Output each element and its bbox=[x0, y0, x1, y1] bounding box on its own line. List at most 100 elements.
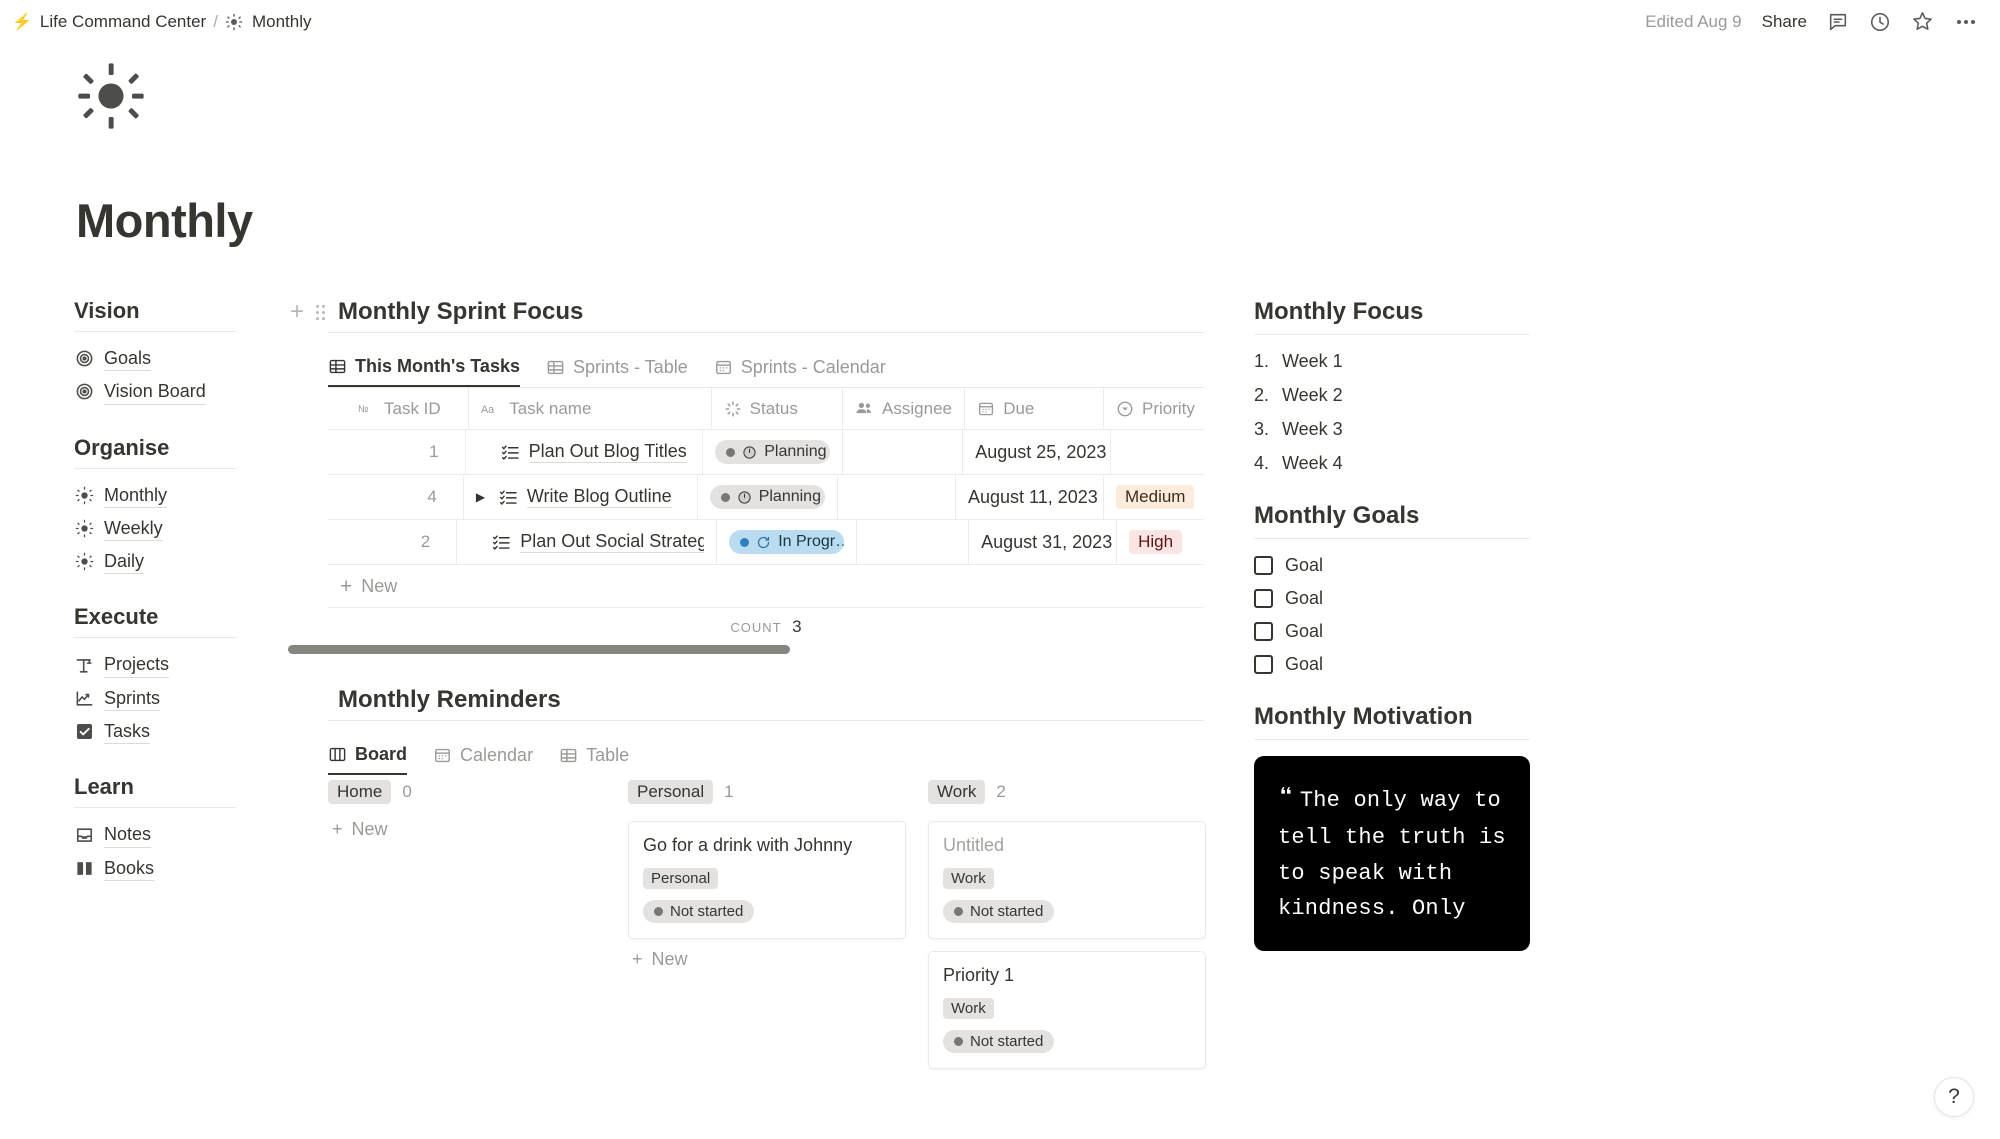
column-header-assignee[interactable]: Assignee bbox=[843, 388, 965, 429]
lightning-icon: ⚡ bbox=[12, 12, 32, 32]
column-label: Due bbox=[1003, 399, 1034, 419]
tasks-table: № Task ID Aa Task name bbox=[328, 387, 1204, 608]
toggle-arrow-icon[interactable]: ▶ bbox=[476, 490, 490, 504]
board-card[interactable]: Go for a drink with Johnny Personal Not … bbox=[628, 821, 906, 939]
task-name-link[interactable]: Plan Out Blog Titles bbox=[529, 441, 687, 463]
checkbox-icon[interactable] bbox=[1254, 556, 1273, 575]
cell-priority[interactable] bbox=[1111, 430, 1204, 474]
goal-item[interactable]: Goal bbox=[1254, 588, 1614, 609]
more-options-icon[interactable] bbox=[1954, 10, 1978, 34]
tab-label: Calendar bbox=[460, 745, 533, 766]
board-card[interactable]: Untitled Work Not started bbox=[928, 821, 1206, 939]
add-new-row-button[interactable]: + New bbox=[328, 565, 1204, 608]
card-title: Priority 1 bbox=[943, 965, 1191, 986]
breadcrumb-current[interactable]: Monthly bbox=[252, 12, 312, 32]
add-card-button[interactable]: + New bbox=[628, 939, 906, 980]
checkbox-icon[interactable] bbox=[1254, 622, 1273, 641]
status-label: Not started bbox=[670, 903, 743, 920]
goal-item[interactable]: Goal bbox=[1254, 621, 1614, 642]
tab-calendar[interactable]: Calendar bbox=[433, 735, 533, 775]
column-header-status[interactable]: Status bbox=[712, 388, 843, 429]
breadcrumb-parent[interactable]: Life Command Center bbox=[40, 12, 206, 32]
sidebar-item-weekly[interactable]: Weekly bbox=[74, 512, 274, 545]
sidebar-item-books[interactable]: Books bbox=[74, 852, 274, 885]
target-icon bbox=[74, 382, 94, 402]
list-item[interactable]: 1. Week 1 bbox=[1254, 351, 1614, 372]
comment-icon[interactable] bbox=[1827, 11, 1849, 33]
divider bbox=[74, 331, 236, 332]
status-dot-icon bbox=[721, 493, 730, 502]
sidebar-item-projects[interactable]: Projects bbox=[74, 648, 274, 681]
goal-item[interactable]: Goal bbox=[1254, 654, 1614, 675]
count-value: 3 bbox=[792, 617, 801, 636]
nav-heading-execute: Execute bbox=[74, 604, 274, 630]
goal-label: Goal bbox=[1285, 555, 1323, 576]
column-label: Priority bbox=[1142, 399, 1195, 419]
table-row[interactable]: 2 Plan Out Social Strategy For bbox=[328, 520, 1204, 565]
table-row[interactable]: 4 ▶ Write Blog Outline bbox=[328, 475, 1204, 520]
horizontal-scrollbar[interactable] bbox=[288, 645, 790, 654]
reminders-view-tabs: Board Calendar bbox=[328, 735, 1206, 775]
cell-task-name[interactable]: Plan Out Social Strategy For bbox=[457, 520, 717, 564]
help-button[interactable]: ? bbox=[1934, 1077, 1974, 1117]
sidebar-item-vision-board[interactable]: Vision Board bbox=[74, 375, 274, 408]
tab-sprints-table[interactable]: Sprints - Table bbox=[546, 347, 688, 387]
table-row[interactable]: 1 Plan Out Blog Titles bbox=[328, 430, 1204, 475]
board-column-name: Work bbox=[928, 780, 985, 804]
cell-status[interactable]: Planning bbox=[703, 430, 843, 474]
board-card[interactable]: Priority 1 Work Not started bbox=[928, 951, 1206, 1069]
column-header-due[interactable]: Due bbox=[965, 388, 1104, 429]
cell-task-name[interactable]: Plan Out Blog Titles bbox=[466, 430, 704, 474]
column-header-task-name[interactable]: Aa Task name bbox=[469, 388, 711, 429]
cell-assignee[interactable] bbox=[838, 475, 956, 519]
list-item[interactable]: 2. Week 2 bbox=[1254, 385, 1614, 406]
tab-sprints-calendar[interactable]: Sprints - Calendar bbox=[714, 347, 886, 387]
cell-assignee[interactable] bbox=[857, 520, 969, 564]
column-header-task-id[interactable]: № Task ID bbox=[328, 388, 469, 429]
tab-table[interactable]: Table bbox=[559, 735, 629, 775]
checkbox-icon[interactable] bbox=[1254, 655, 1273, 674]
cell-priority[interactable]: Medium bbox=[1104, 475, 1204, 519]
monthly-motivation-heading: Monthly Motivation bbox=[1254, 703, 1614, 731]
tab-label: Board bbox=[355, 744, 407, 765]
list-item[interactable]: 3. Week 3 bbox=[1254, 419, 1614, 440]
page-sun-icon[interactable] bbox=[76, 61, 146, 131]
database-title[interactable]: Monthly Reminders bbox=[338, 686, 561, 714]
goal-item[interactable]: Goal bbox=[1254, 555, 1614, 576]
tab-this-months-tasks[interactable]: This Month's Tasks bbox=[328, 347, 520, 387]
list-item[interactable]: 4. Week 4 bbox=[1254, 453, 1614, 474]
cell-due[interactable]: August 31, 2023 bbox=[969, 520, 1117, 564]
sidebar-item-monthly[interactable]: Monthly bbox=[74, 479, 274, 512]
share-button[interactable]: Share bbox=[1762, 12, 1807, 32]
history-clock-icon[interactable] bbox=[1869, 11, 1891, 33]
add-block-icon[interactable]: + bbox=[286, 300, 308, 324]
sidebar-item-notes[interactable]: Notes bbox=[74, 818, 274, 851]
cell-due[interactable]: August 11, 2023 bbox=[956, 475, 1104, 519]
cell-due[interactable]: August 25, 2023 bbox=[963, 430, 1111, 474]
task-name-link[interactable]: Plan Out Social Strategy For bbox=[520, 531, 704, 553]
sidebar-item-label: Goals bbox=[104, 346, 151, 371]
favorite-star-icon[interactable] bbox=[1911, 10, 1934, 33]
drag-handle-icon[interactable] bbox=[312, 304, 328, 321]
sidebar-item-daily[interactable]: Daily bbox=[74, 545, 274, 578]
column-header-priority[interactable]: Priority bbox=[1104, 388, 1204, 429]
database-title[interactable]: Monthly Sprint Focus bbox=[338, 298, 583, 326]
tab-label: This Month's Tasks bbox=[355, 356, 520, 377]
add-card-button[interactable]: + New bbox=[328, 809, 606, 850]
task-name-link[interactable]: Write Blog Outline bbox=[527, 486, 672, 508]
cell-priority[interactable]: High bbox=[1117, 520, 1204, 564]
list-number: 3. bbox=[1254, 419, 1270, 440]
cell-status[interactable]: Planning bbox=[698, 475, 838, 519]
cell-task-name[interactable]: ▶ Write Blog Outline bbox=[464, 475, 698, 519]
tab-board[interactable]: Board bbox=[328, 735, 407, 775]
sidebar-item-sprints[interactable]: Sprints bbox=[74, 682, 274, 715]
crane-icon bbox=[74, 655, 94, 675]
sidebar-item-goals[interactable]: Goals bbox=[74, 342, 274, 375]
board-column-header: Personal 1 bbox=[628, 775, 906, 809]
status-badge: Not started bbox=[643, 900, 754, 923]
checkbox-icon[interactable] bbox=[1254, 589, 1273, 608]
due-value: August 25, 2023 bbox=[975, 442, 1106, 463]
sidebar-item-tasks[interactable]: Tasks bbox=[74, 715, 274, 748]
cell-status[interactable]: In Progr… bbox=[717, 520, 857, 564]
cell-assignee[interactable] bbox=[843, 430, 963, 474]
